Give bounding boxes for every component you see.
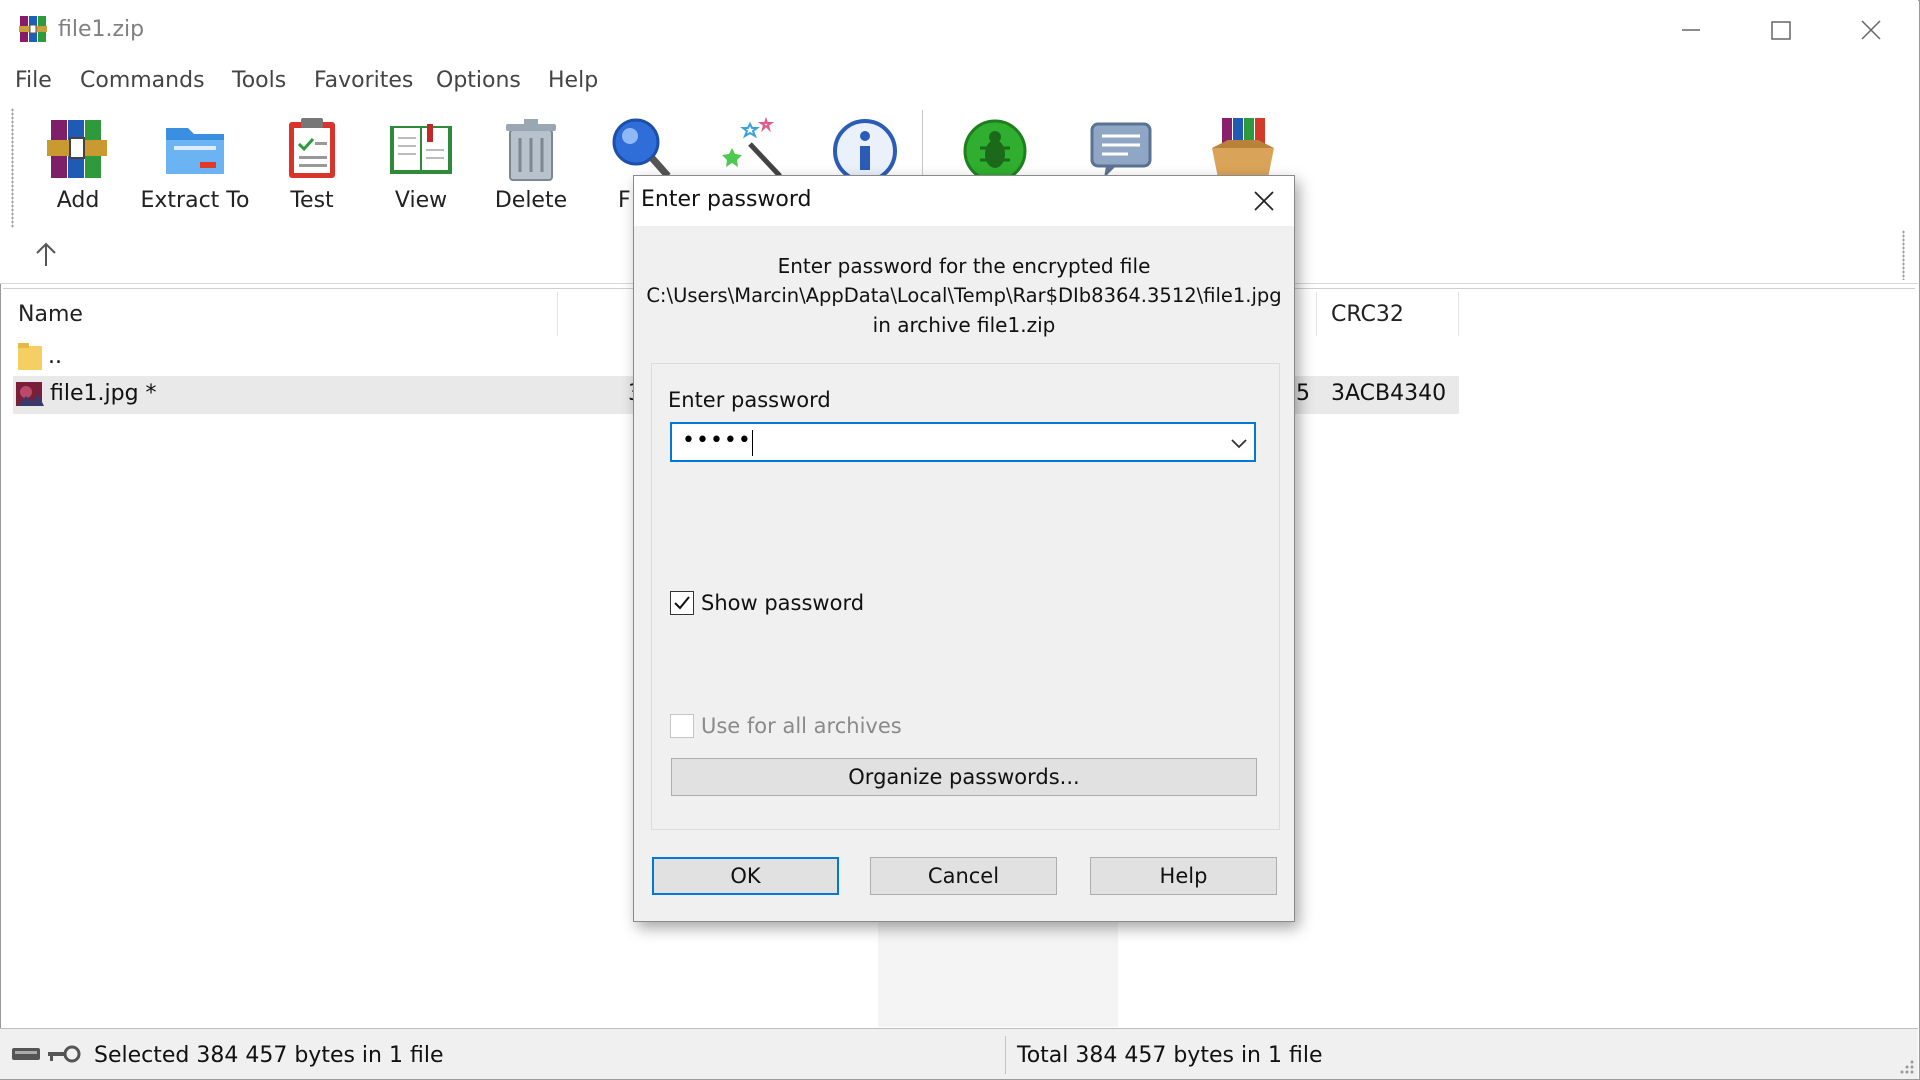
- delete-button[interactable]: Delete: [486, 110, 576, 220]
- dialog-message-line1: Enter password for the encrypted file: [777, 254, 1151, 278]
- menu-help[interactable]: Help: [548, 68, 598, 93]
- file-date-partial: 5: [1296, 381, 1310, 406]
- extract-to-button[interactable]: Extract To: [140, 110, 250, 220]
- cancel-button[interactable]: Cancel: [870, 857, 1057, 895]
- organize-passwords-button[interactable]: Organize passwords...: [671, 758, 1257, 796]
- column-divider[interactable]: [1458, 292, 1459, 336]
- dialog-close-icon[interactable]: [1240, 180, 1288, 222]
- image-file-icon: [16, 382, 44, 406]
- comment-icon: [1090, 122, 1152, 178]
- test-button[interactable]: Test: [272, 110, 352, 220]
- add-label: Add: [56, 188, 100, 213]
- status-separator: [1005, 1036, 1006, 1074]
- clipboard-check-icon: [289, 118, 335, 178]
- view-label: View: [394, 188, 448, 213]
- menu-bar: [0, 60, 1918, 100]
- delete-label: Delete: [494, 188, 568, 213]
- list-background-artifact: [878, 915, 1118, 1027]
- dialog-message-archive: in archive file1.zip: [872, 313, 1056, 337]
- trash-icon: [506, 119, 556, 181]
- parent-folder-name: ..: [48, 344, 62, 369]
- add-archive-icon: [47, 120, 107, 178]
- winrar-app-icon: [19, 16, 47, 42]
- magic-wand-icon: [722, 116, 782, 178]
- text-caret: [752, 430, 753, 456]
- extract-to-label: Extract To: [140, 188, 250, 213]
- dialog-title: Enter password: [641, 187, 812, 212]
- ok-button[interactable]: OK: [652, 857, 839, 895]
- add-button[interactable]: Add: [38, 110, 118, 220]
- magnifier-icon: [612, 118, 671, 179]
- title-bar: [0, 0, 1918, 60]
- resize-grip-icon[interactable]: [1896, 1056, 1916, 1076]
- menu-options[interactable]: Options: [436, 68, 521, 93]
- checkmark-icon: [674, 596, 690, 610]
- dialog-message-path: C:\Users\Marcin\AppData\Local\Temp\Rar$D…: [646, 284, 1282, 307]
- toolbar-separator: [922, 110, 923, 176]
- menu-tools[interactable]: Tools: [232, 68, 286, 93]
- toolbar-grip-right[interactable]: [1902, 230, 1905, 280]
- use-for-all-archives-checkbox[interactable]: [670, 714, 694, 738]
- file-name: file1.jpg *: [50, 381, 157, 406]
- status-selected: Selected 384 457 bytes in 1 file: [94, 1043, 444, 1068]
- file-crc32: 3ACB4340: [1331, 381, 1447, 406]
- folder-extract-icon: [166, 128, 224, 174]
- minimize-icon[interactable]: [1646, 0, 1736, 60]
- view-button[interactable]: View: [376, 110, 466, 220]
- menu-favorites[interactable]: Favorites: [314, 68, 413, 93]
- list-item-parent-folder[interactable]: [13, 340, 713, 376]
- sfx-box-icon: [1212, 118, 1274, 178]
- menu-file[interactable]: File: [15, 68, 52, 93]
- menu-commands[interactable]: Commands: [80, 68, 205, 93]
- status-total: Total 384 457 bytes in 1 file: [1017, 1043, 1323, 1068]
- password-input[interactable]: [670, 422, 1256, 462]
- use-for-all-archives-label[interactable]: Use for all archives: [701, 714, 902, 738]
- column-divider[interactable]: [557, 292, 558, 336]
- column-header-crc32[interactable]: CRC32: [1331, 302, 1404, 327]
- password-label: Enter password: [668, 388, 831, 412]
- book-view-icon: [390, 124, 452, 174]
- maximize-icon[interactable]: [1736, 0, 1826, 60]
- window-title: file1.zip: [58, 17, 145, 42]
- up-folder-icon[interactable]: [32, 240, 60, 270]
- column-divider[interactable]: [1316, 292, 1317, 336]
- password-value: •••••: [682, 428, 752, 453]
- info-icon: [833, 119, 897, 183]
- toolbar-grip[interactable]: [11, 108, 14, 228]
- close-icon[interactable]: [1826, 0, 1916, 60]
- test-label: Test: [290, 188, 334, 213]
- show-password-label[interactable]: Show password: [701, 591, 864, 615]
- chevron-down-icon[interactable]: [1228, 432, 1250, 454]
- drive-key-icon[interactable]: [10, 1042, 82, 1066]
- column-header-name[interactable]: Name: [18, 302, 83, 327]
- bug-scan-icon: [963, 119, 1027, 183]
- help-button[interactable]: Help: [1090, 857, 1277, 895]
- folder-icon: [18, 343, 42, 370]
